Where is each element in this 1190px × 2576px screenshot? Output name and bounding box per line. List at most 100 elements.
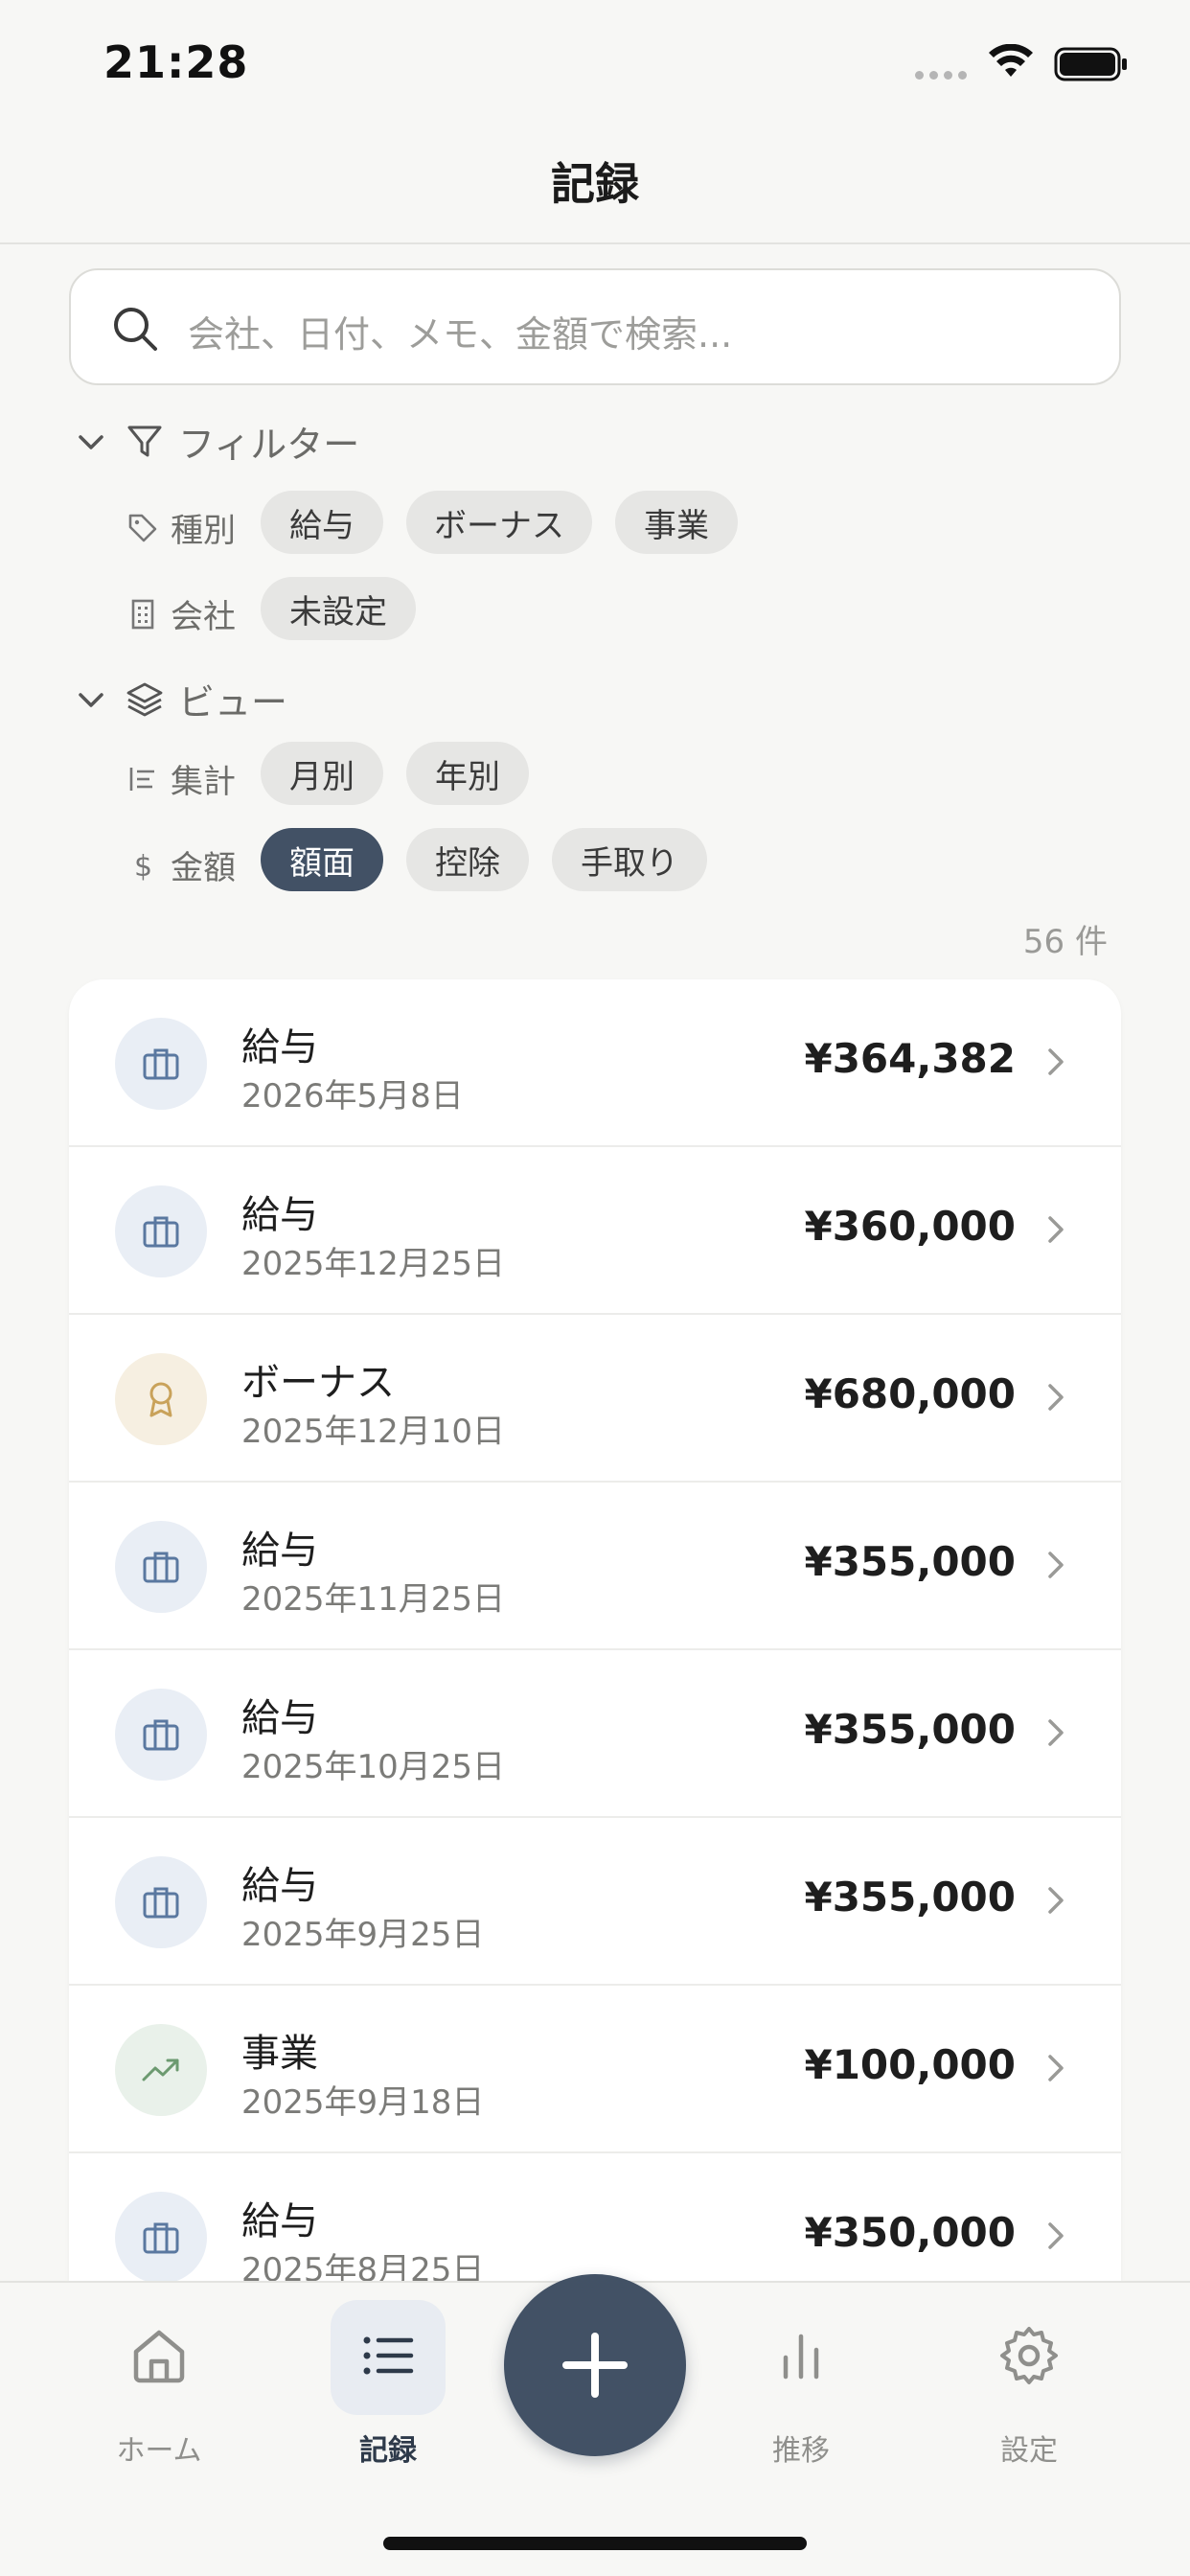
tab-records-label: 記録 [359, 2434, 417, 2468]
record-count: 56 件 [1022, 923, 1108, 961]
tab-settings-label: 設定 [1000, 2434, 1058, 2468]
record-title: 給与 [241, 1696, 318, 1740]
chevron-right-icon [1048, 1384, 1064, 1411]
company-row-label: 会社 [126, 590, 236, 637]
record-type-icon-bg [115, 1018, 207, 1110]
chevron-right-icon [1048, 2055, 1064, 2082]
record-row[interactable]: 事業 2025年9月18日 ¥100,000 [69, 1986, 1121, 2153]
record-title: ボーナス [241, 1361, 395, 1405]
record-date: 2025年9月25日 [241, 1916, 485, 1954]
chevron-down-icon [79, 434, 103, 449]
filter-section-toggle[interactable]: フィルター [75, 415, 359, 468]
record-amount: ¥350,000 [804, 2209, 1016, 2256]
search-input[interactable]: 会社、日付、メモ、金額で検索... [69, 268, 1121, 385]
chip-yearly[interactable]: 年別 [406, 742, 529, 805]
filter-icon [127, 426, 162, 456]
type-row-label: 種別 [126, 504, 236, 551]
chip-monthly[interactable]: 月別 [261, 742, 383, 805]
view-section-toggle[interactable]: ビュー [75, 673, 287, 725]
search-placeholder: 会社、日付、メモ、金額で検索... [188, 313, 733, 356]
record-row[interactable]: 給与 2025年12月25日 ¥360,000 [69, 1147, 1121, 1315]
record-row[interactable]: 給与 2025年10月25日 ¥355,000 [69, 1650, 1121, 1818]
tab-records[interactable]: 記録 [292, 2310, 484, 2469]
briefcase-icon [143, 1048, 179, 1080]
record-amount: ¥680,000 [804, 1370, 1016, 1417]
record-type-icon-bg [115, 1353, 207, 1445]
trending-up-icon [142, 2058, 179, 2082]
status-time: 21:28 [103, 36, 249, 88]
briefcase-icon [143, 1216, 179, 1248]
record-type-icon-bg [115, 1185, 207, 1277]
chip-company-unset[interactable]: 未設定 [261, 577, 416, 640]
battery-icon [1054, 47, 1127, 81]
record-type-icon-bg [115, 2024, 207, 2116]
dollar-icon: $ [134, 850, 152, 882]
record-date: 2025年10月25日 [241, 1748, 506, 1786]
chip-type-salary[interactable]: 給与 [261, 491, 383, 554]
record-title: 給与 [241, 1193, 318, 1237]
amount-row-label: $ 金額 [126, 841, 236, 888]
chip-type-business[interactable]: 事業 [615, 491, 738, 554]
bar-chart-icon [783, 2334, 819, 2380]
svg-text:$: $ [134, 850, 152, 882]
record-row[interactable]: 給与 2025年8月25日 ¥350,000 [69, 2153, 1121, 2283]
chevron-right-icon [1048, 1552, 1064, 1578]
tab-home[interactable]: ホーム [63, 2310, 255, 2469]
type-label: 種別 [171, 512, 236, 550]
chevron-right-icon [1048, 1216, 1064, 1243]
record-title: 給与 [241, 1025, 318, 1070]
record-type-icon-bg [115, 1521, 207, 1613]
record-title: 給与 [241, 1864, 318, 1908]
record-title: 事業 [241, 2032, 318, 2076]
record-date: 2025年8月25日 [241, 2251, 485, 2283]
status-bar: 21:28 [0, 0, 1190, 125]
plus-icon [562, 2333, 628, 2398]
briefcase-icon [143, 2222, 179, 2254]
chip-gross[interactable]: 額面 [261, 828, 383, 891]
record-date: 2025年11月25日 [241, 1580, 506, 1619]
record-row[interactable]: ボーナス 2025年12月10日 ¥680,000 [69, 1315, 1121, 1483]
tab-trends[interactable]: 推移 [705, 2310, 897, 2469]
tag-icon [128, 514, 157, 541]
record-title: 給与 [241, 2199, 318, 2243]
briefcase-icon [143, 1887, 179, 1919]
chip-deduction[interactable]: 控除 [406, 828, 529, 891]
filter-header: フィルター [178, 424, 360, 466]
aggregate-row-label: 集計 [126, 755, 236, 802]
home-icon [133, 2330, 185, 2383]
record-type-icon-bg [115, 1856, 207, 1948]
view-header: ビュー [178, 681, 288, 724]
tab-settings[interactable]: 設定 [933, 2310, 1125, 2469]
page-title: 記録 [551, 158, 639, 210]
nav-bar: 記録 [0, 125, 1190, 244]
record-date: 2026年5月8日 [241, 1077, 464, 1116]
amount-label: 金額 [171, 849, 236, 887]
record-type-icon-bg [115, 2192, 207, 2283]
chip-net[interactable]: 手取り [552, 828, 707, 891]
aggregate-label: 集計 [171, 763, 236, 801]
record-date: 2025年9月18日 [241, 2083, 485, 2122]
briefcase-icon [143, 1552, 179, 1583]
record-row[interactable]: 給与 2025年11月25日 ¥355,000 [69, 1483, 1121, 1650]
chip-type-bonus[interactable]: ボーナス [406, 491, 592, 554]
record-amount: ¥360,000 [804, 1203, 1016, 1250]
add-record-button[interactable] [504, 2274, 686, 2456]
signal-icon [915, 71, 967, 80]
record-date: 2025年12月10日 [241, 1413, 506, 1451]
record-date: 2025年12月25日 [241, 1245, 506, 1283]
chevron-right-icon [1048, 2222, 1064, 2249]
chevron-right-icon [1048, 1048, 1064, 1075]
record-amount: ¥364,382 [804, 1035, 1016, 1082]
tab-home-label: ホーム [116, 2434, 202, 2468]
chevron-down-icon [79, 692, 103, 707]
company-label: 会社 [171, 598, 236, 636]
list-icon [363, 2336, 414, 2375]
gear-icon [1000, 2327, 1058, 2384]
building-icon [131, 599, 154, 629]
record-row[interactable]: 給与 2025年9月25日 ¥355,000 [69, 1818, 1121, 1986]
record-title: 給与 [241, 1529, 318, 1573]
record-amount: ¥355,000 [804, 1538, 1016, 1585]
record-row[interactable]: 給与 2026年5月8日 ¥364,382 [69, 979, 1121, 1147]
layers-icon [126, 682, 163, 716]
records-list: 給与 2026年5月8日 ¥364,382 給与 2025年12月25日 ¥360,000… [69, 979, 1121, 2283]
